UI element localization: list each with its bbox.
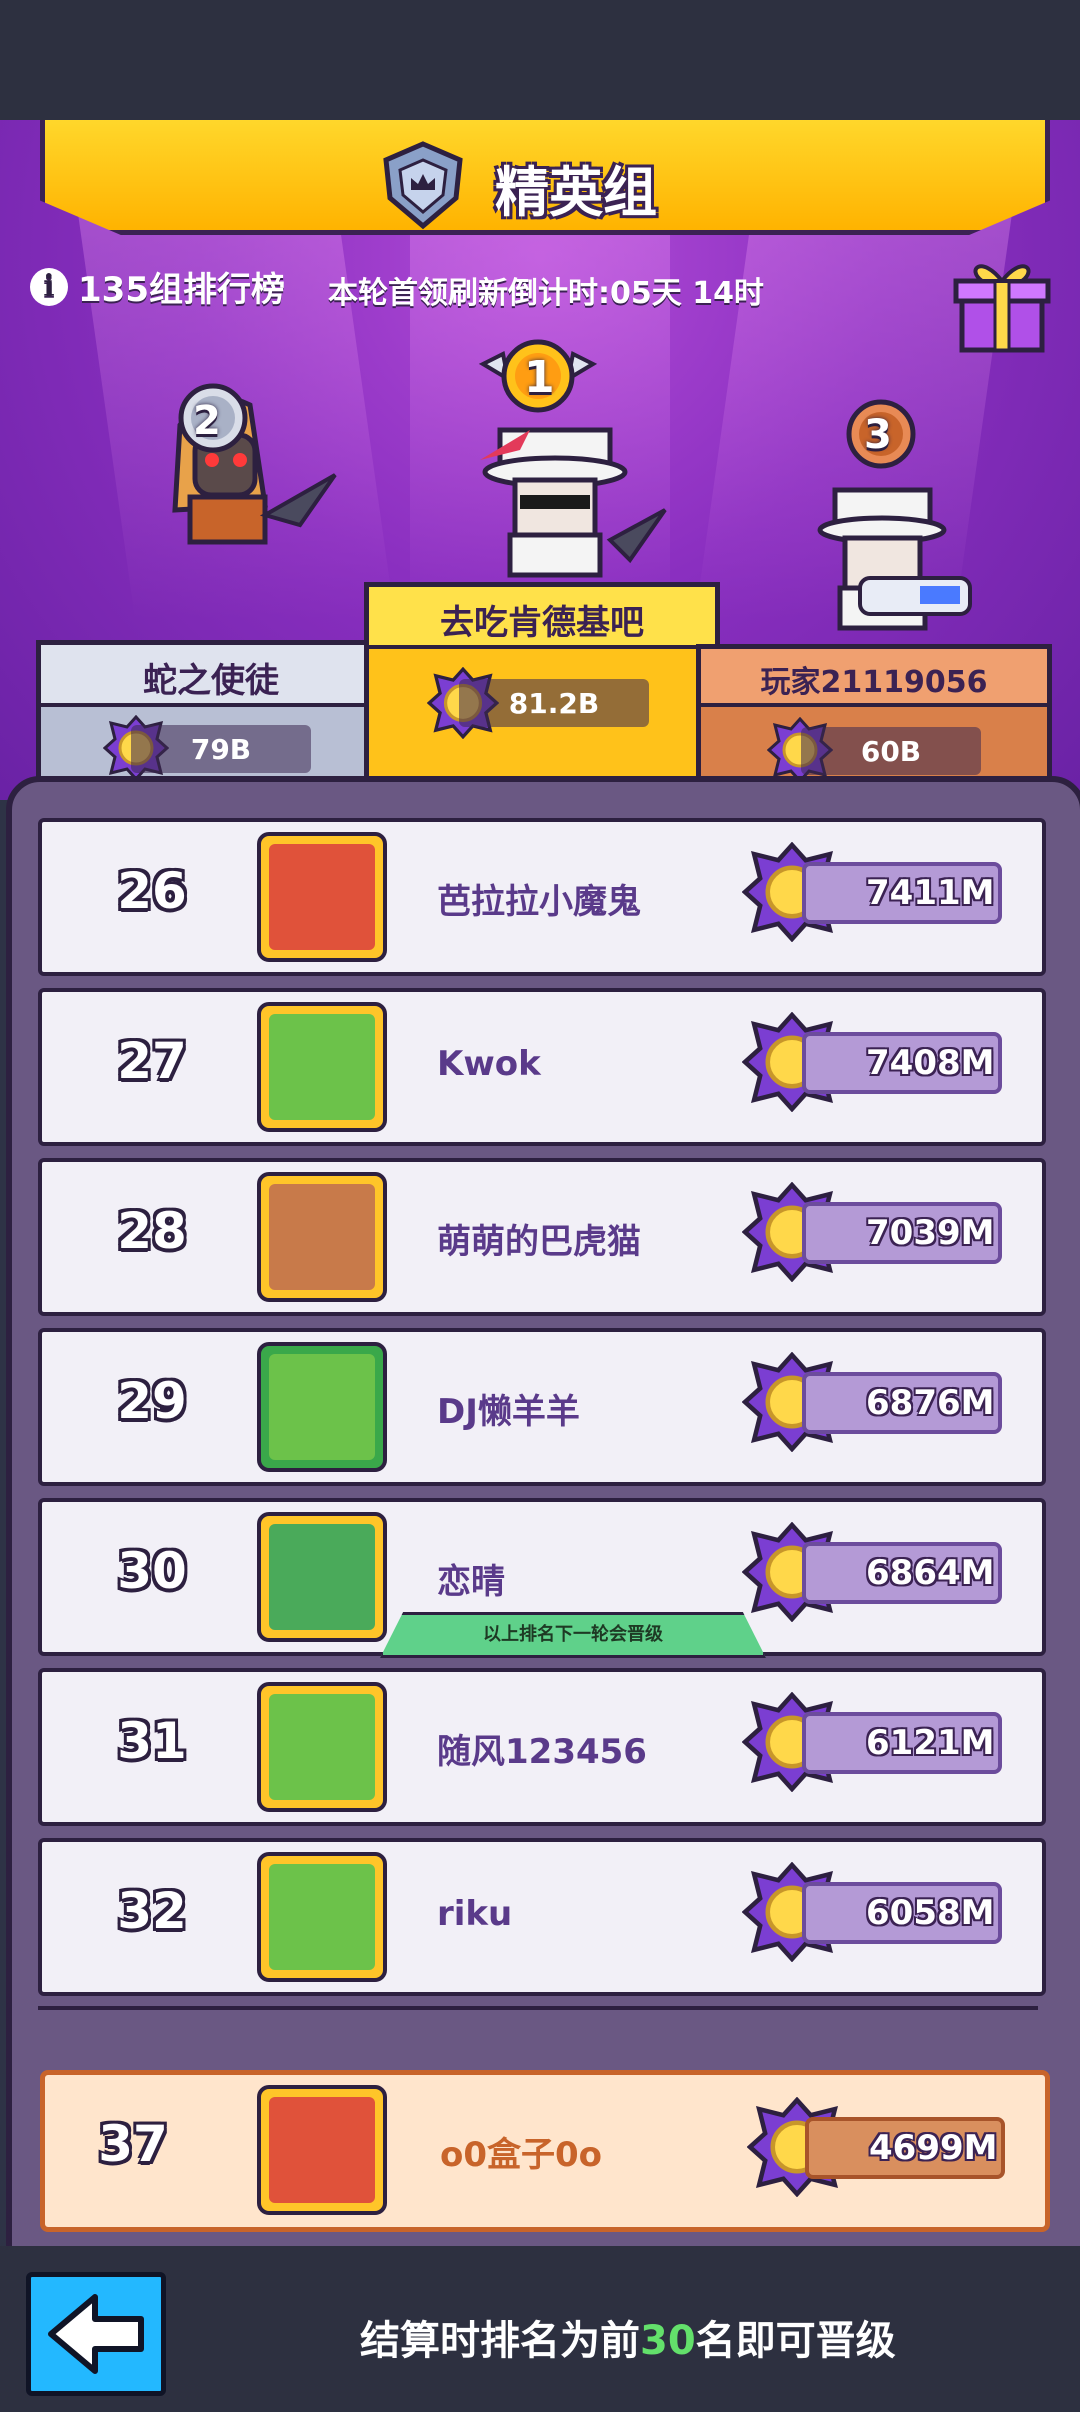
row-score: 6121M xyxy=(802,1712,1002,1774)
leaderboard-row[interactable]: 28 萌萌的巴虎猫 7039M xyxy=(38,1158,1046,1316)
leaderboard-row[interactable]: 26 芭拉拉小魔鬼 7411M xyxy=(38,818,1046,976)
avatar[interactable] xyxy=(257,2085,387,2215)
row-rank: 27 xyxy=(117,1032,187,1090)
promotion-hint: 结算时排名为前30名即可晋级 xyxy=(360,2308,896,2366)
podium-name: 蛇之使徒 xyxy=(143,661,279,701)
podium-rank1[interactable]: 去吃肯德基吧 81.2B xyxy=(364,582,720,800)
bottom-bar: 结算时排名为前30名即可晋级 xyxy=(0,2246,1080,2412)
status-bar-area xyxy=(0,0,1080,120)
leaderboard-row[interactable]: 32 riku 6058M xyxy=(38,1838,1046,1996)
crown-crest-icon xyxy=(383,141,463,230)
podium-name: 玩家21119056 xyxy=(760,665,988,700)
ranking-count-label: 135组排行榜 xyxy=(78,270,285,310)
info-icon[interactable]: i xyxy=(30,267,68,306)
row-score: 7411M xyxy=(802,862,1002,924)
rank2-number: 2 xyxy=(193,398,221,444)
row-player-name: 恋晴 xyxy=(437,1562,505,1602)
row-score: 6864M xyxy=(802,1542,1002,1604)
promotion-line-label: 以上排名下一轮会晋级 xyxy=(380,1612,766,1658)
avatar[interactable] xyxy=(257,1512,387,1642)
row-rank: 30 xyxy=(117,1542,187,1600)
back-button[interactable] xyxy=(26,2272,166,2396)
rank3-number: 3 xyxy=(864,412,892,458)
row-score: 6058M xyxy=(802,1882,1002,1944)
row-player-name: 芭拉拉小魔鬼 xyxy=(437,882,641,922)
rank1-number: 1 xyxy=(524,352,555,403)
podium-score: 81.2B xyxy=(459,679,649,727)
podium-name: 去吃肯德基吧 xyxy=(440,603,644,643)
row-player-name: DJ懒羊羊 xyxy=(437,1392,580,1432)
avatar[interactable] xyxy=(257,1852,387,1982)
row-player-name: 随风123456 xyxy=(437,1732,647,1772)
leaderboard-row[interactable]: 29 DJ懒羊羊 6876M xyxy=(38,1328,1046,1486)
ranking-info[interactable]: i 135组排行榜 xyxy=(30,262,285,311)
row-score: 6876M xyxy=(802,1372,1002,1434)
hint-text-before: 结算时排名为前 xyxy=(360,2318,640,2364)
podium-score: 79B xyxy=(131,725,311,773)
row-player-name: 萌萌的巴虎猫 xyxy=(437,1222,641,1262)
row-player-name: o0盒子0o xyxy=(440,2135,603,2175)
hint-highlight-number: 30 xyxy=(640,2318,696,2364)
row-score: 7039M xyxy=(802,1202,1002,1264)
group-title: 精英组 xyxy=(495,161,657,224)
avatar[interactable] xyxy=(257,1002,387,1132)
my-rank-row[interactable]: 37 o0盒子0o 4699M xyxy=(40,2070,1050,2232)
row-score: 7408M xyxy=(802,1032,1002,1094)
leaderboard-row[interactable]: 27 Kwok 7408M xyxy=(38,988,1046,1146)
row-rank: 32 xyxy=(117,1882,187,1940)
avatar[interactable] xyxy=(257,1172,387,1302)
list-divider xyxy=(38,2006,1038,2010)
avatar[interactable] xyxy=(257,1682,387,1812)
row-score: 4699M xyxy=(805,2117,1005,2179)
row-rank: 28 xyxy=(117,1202,187,1260)
row-player-name: Kwok xyxy=(437,1044,541,1084)
leaderboard-row[interactable]: 31 随风123456 6121M xyxy=(38,1668,1046,1826)
gift-icon[interactable] xyxy=(952,255,1052,355)
avatar[interactable] xyxy=(257,1342,387,1472)
row-rank: 26 xyxy=(117,862,187,920)
podium-stage: 精英组 i 135组排行榜 本轮首领刷新倒计时:05天 14时 2 1 3 蛇之… xyxy=(0,120,1080,800)
refresh-countdown: 本轮首领刷新倒计时:05天 14时 xyxy=(328,276,764,311)
avatar[interactable] xyxy=(257,832,387,962)
arrow-left-icon xyxy=(48,2294,144,2374)
row-rank: 31 xyxy=(117,1712,187,1770)
row-player-name: riku xyxy=(437,1894,513,1934)
rank1-character xyxy=(480,427,667,578)
rank3-character xyxy=(817,487,972,631)
row-rank: 37 xyxy=(98,2115,168,2173)
row-rank: 29 xyxy=(117,1372,187,1430)
hint-text-after: 名即可晋级 xyxy=(695,2318,896,2364)
podium-score: 60B xyxy=(801,727,981,775)
